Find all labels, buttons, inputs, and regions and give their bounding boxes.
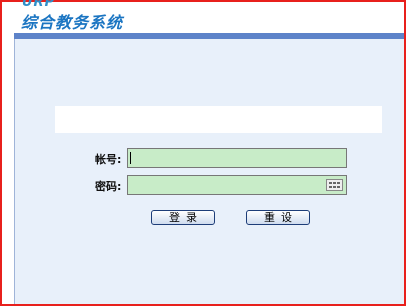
text-caret	[130, 152, 131, 164]
account-label: 帐号:	[95, 153, 122, 166]
login-panel: 帐号: 密码: 登录 重设	[14, 39, 404, 304]
password-label: 密码:	[95, 180, 122, 193]
reset-button[interactable]: 重设	[246, 210, 310, 225]
password-input[interactable]	[127, 175, 347, 195]
window-frame: URP 综合教务系统 帐号: 密码: 登录 重设	[0, 0, 406, 306]
header: URP 综合教务系统	[14, 0, 404, 33]
message-box	[55, 106, 382, 133]
account-input[interactable]	[127, 148, 347, 168]
keyboard-icon[interactable]	[326, 179, 343, 191]
login-button[interactable]: 登录	[151, 210, 215, 225]
system-title: 综合教务系统	[21, 13, 124, 32]
